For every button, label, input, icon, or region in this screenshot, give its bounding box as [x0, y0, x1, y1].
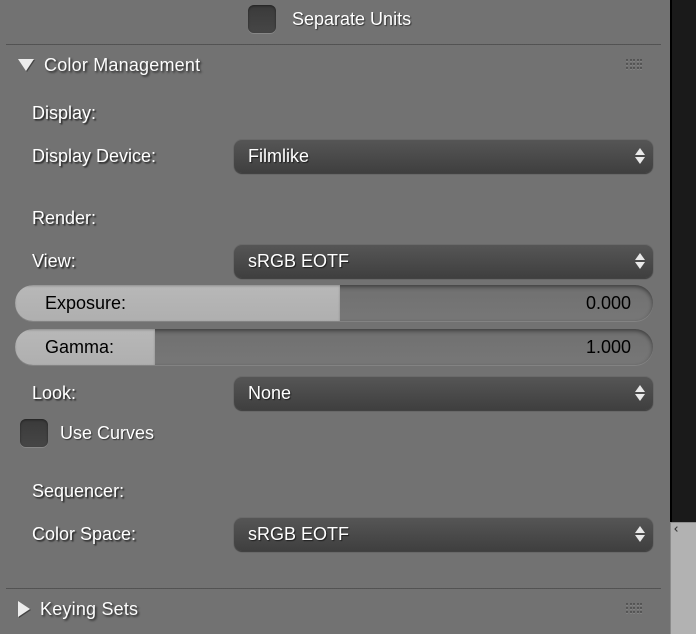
view-value: sRGB EOTF: [248, 251, 349, 272]
updown-arrows-icon: [635, 526, 645, 542]
gamma-label: Gamma:: [45, 329, 114, 365]
color-space-label: Color Space:: [32, 524, 234, 545]
disclosure-triangle-right-icon: [18, 601, 30, 617]
exposure-value: 0.000: [586, 285, 631, 321]
display-device-value: Filmlike: [248, 146, 309, 167]
rail-tick: ⌃: [672, 521, 690, 537]
separate-units-checkbox[interactable]: [248, 5, 276, 33]
view-label: View:: [32, 251, 234, 272]
gamma-slider[interactable]: Gamma: 1.000: [15, 329, 653, 365]
keying-sets-title: Keying Sets: [40, 599, 138, 620]
color-management-body: Display: Display Device: Filmlike Render…: [0, 85, 667, 582]
adjacent-editor-dark: [670, 0, 696, 522]
updown-arrows-icon: [635, 385, 645, 401]
panel-drag-grip-icon[interactable]: [626, 603, 642, 613]
use-curves-label: Use Curves: [60, 423, 154, 444]
panel-drag-grip-icon[interactable]: [626, 59, 642, 69]
sequencer-heading: Sequencer:: [32, 481, 653, 502]
display-heading: Display:: [32, 103, 653, 124]
use-curves-checkbox[interactable]: [20, 419, 48, 447]
separate-units-label: Separate Units: [292, 9, 411, 30]
render-heading: Render:: [32, 208, 653, 229]
look-value: None: [248, 383, 291, 404]
disclosure-triangle-down-icon: [18, 59, 34, 71]
display-device-label: Display Device:: [32, 146, 234, 167]
look-dropdown[interactable]: None: [234, 376, 653, 410]
color-management-header[interactable]: Color Management: [0, 45, 667, 85]
updown-arrows-icon: [635, 148, 645, 164]
look-label: Look:: [32, 383, 234, 404]
color-space-value: sRGB EOTF: [248, 524, 349, 545]
right-rail: ⌃: [670, 0, 696, 634]
updown-arrows-icon: [635, 253, 645, 269]
gamma-value: 1.000: [586, 329, 631, 365]
exposure-slider[interactable]: Exposure: 0.000: [15, 285, 653, 321]
display-device-dropdown[interactable]: Filmlike: [234, 139, 653, 173]
view-dropdown[interactable]: sRGB EOTF: [234, 244, 653, 278]
color-space-dropdown[interactable]: sRGB EOTF: [234, 517, 653, 551]
adjacent-editor-light: ⌃: [670, 522, 696, 634]
color-management-title: Color Management: [44, 55, 200, 76]
keying-sets-header[interactable]: Keying Sets: [0, 589, 667, 629]
exposure-label: Exposure:: [45, 285, 126, 321]
